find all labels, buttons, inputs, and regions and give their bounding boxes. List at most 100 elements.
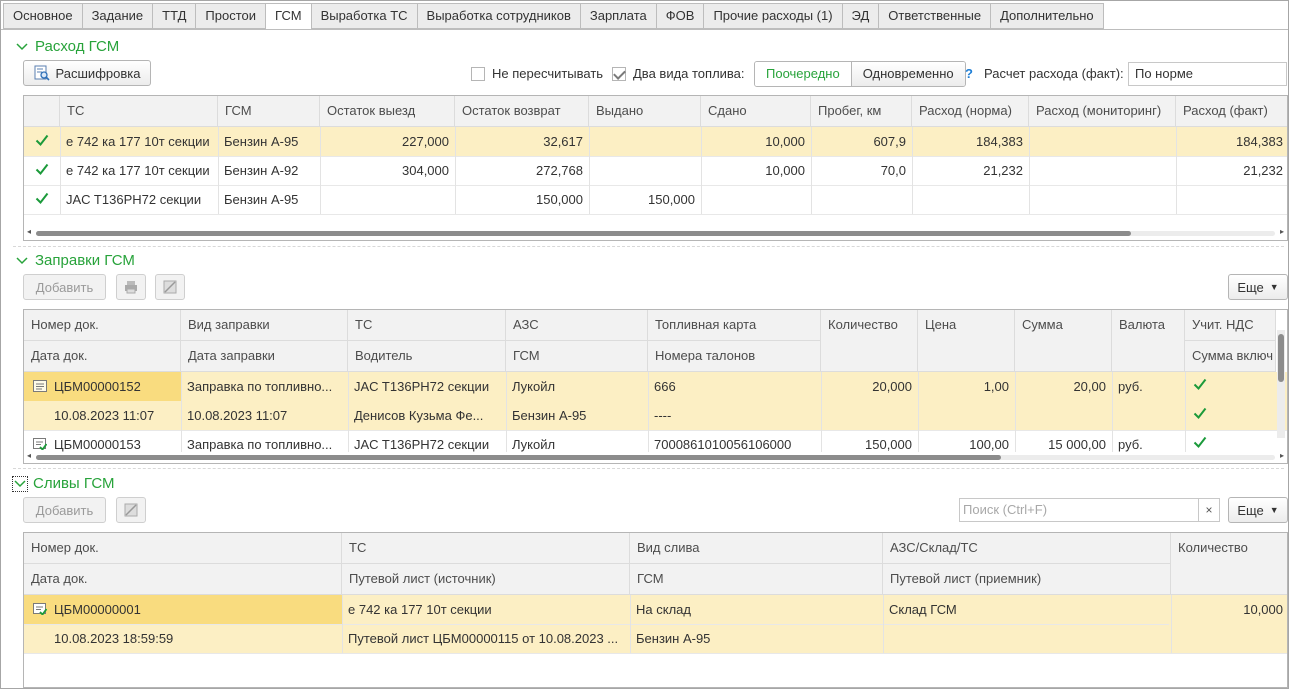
- column-subheader[interactable]: Дата док.: [24, 341, 181, 372]
- table-cell: Денисов Кузьма Фе...: [354, 408, 484, 423]
- column-divider: [320, 127, 321, 214]
- scroll-thumb[interactable]: [36, 231, 1131, 236]
- checkbox-box[interactable]: [612, 66, 626, 81]
- column-header[interactable]: ТС: [60, 96, 218, 127]
- vertical-scrollbar[interactable]: [1277, 330, 1285, 438]
- print-icon[interactable]: [116, 274, 146, 300]
- help-icon[interactable]: ?: [965, 66, 973, 81]
- column-header[interactable]: Вид заправки: [181, 310, 348, 341]
- column-subheader[interactable]: Путевой лист (источник): [342, 564, 630, 595]
- tab-6[interactable]: Выработка сотрудников: [416, 3, 581, 29]
- column-subheader[interactable]: Водитель: [348, 341, 506, 372]
- column-subheader[interactable]: Путевой лист (приемник): [883, 564, 1171, 595]
- column-header[interactable]: Топливная карта: [648, 310, 821, 341]
- fuel-mode-switch[interactable]: Поочередно Одновременно: [754, 61, 966, 87]
- table-cell: 10,000: [765, 163, 805, 178]
- drains-search-input[interactable]: Поиск (Ctrl+F) ×: [959, 498, 1220, 522]
- fuel-usage-table[interactable]: ТС ГСМ Остаток выезд Остаток возврат Выдано С…: [23, 95, 1288, 241]
- column-header[interactable]: Расход (мониторинг): [1029, 96, 1176, 127]
- mode-alternately[interactable]: Поочередно: [754, 62, 852, 86]
- checkbox-box[interactable]: [471, 66, 485, 81]
- tab-1[interactable]: Задание: [81, 3, 154, 29]
- column-header[interactable]: Сдано: [701, 96, 811, 127]
- tab-10[interactable]: ЭД: [841, 3, 880, 29]
- tab-12[interactable]: Дополнительно: [990, 3, 1104, 29]
- column-subheader[interactable]: Номера талонов: [648, 341, 821, 372]
- column-header[interactable]: Количество: [1171, 533, 1287, 595]
- column-header[interactable]: Номер док.: [24, 310, 181, 341]
- column-subheader[interactable]: ГСМ: [630, 564, 883, 595]
- column-header[interactable]: Количество: [821, 310, 918, 372]
- tab-11[interactable]: Ответственные: [878, 3, 992, 29]
- chevron-down-icon: [12, 475, 28, 492]
- checkmark-icon[interactable]: [1193, 435, 1207, 449]
- scroll-right-icon[interactable]: ▸: [1280, 451, 1284, 460]
- mode-simultaneously[interactable]: Одновременно: [850, 62, 965, 86]
- scroll-left-icon[interactable]: ◂: [27, 227, 31, 236]
- column-subheader[interactable]: Дата заправки: [181, 341, 348, 372]
- tab-9[interactable]: Прочие расходы (1): [703, 3, 843, 29]
- column-header[interactable]: Остаток возврат: [455, 96, 589, 127]
- drains-table[interactable]: Номер док. ТС Вид слива АЗС/Склад/ТС Количес…: [23, 532, 1288, 688]
- column-header[interactable]: Расход (факт): [1176, 96, 1287, 127]
- column-header[interactable]: АЗС: [506, 310, 648, 341]
- checkmark-icon[interactable]: [35, 162, 49, 176]
- column-header[interactable]: ТС: [342, 533, 630, 564]
- refuels-group-header[interactable]: Заправки ГСМ: [15, 252, 135, 269]
- fuel-usage-group-header[interactable]: Расход ГСМ: [15, 38, 119, 55]
- scroll-thumb[interactable]: [1278, 334, 1284, 382]
- tab-7[interactable]: Зарплата: [579, 3, 657, 29]
- tab-3[interactable]: Простои: [195, 3, 267, 29]
- checkmark-icon[interactable]: [1193, 377, 1207, 391]
- column-subheader[interactable]: Дата док.: [24, 564, 342, 595]
- two-fuel-checkbox[interactable]: Два вида топлива:: [612, 66, 745, 81]
- edit-table-icon[interactable]: [155, 274, 185, 300]
- column-divider: [630, 595, 631, 653]
- column-header[interactable]: Учит. НДС: [1185, 310, 1276, 341]
- table-cell: Бензин А-95: [224, 134, 299, 149]
- table-cell: [1029, 127, 1176, 156]
- add-refuel-button[interactable]: Добавить: [23, 274, 106, 300]
- checkmark-icon[interactable]: [1193, 406, 1207, 420]
- column-header[interactable]: Номер док.: [24, 533, 342, 564]
- tab-4[interactable]: ГСМ: [265, 3, 312, 30]
- column-subheader[interactable]: ГСМ: [506, 341, 648, 372]
- drains-group-header[interactable]: Сливы ГСМ: [12, 475, 115, 492]
- scroll-left-icon[interactable]: ◂: [27, 451, 31, 460]
- table-cell: [912, 185, 1029, 214]
- column-header[interactable]: Валюта: [1112, 310, 1185, 372]
- drains-more-button[interactable]: Еще ▼: [1228, 497, 1288, 523]
- horizontal-scrollbar[interactable]: ◂ ▸: [24, 227, 1287, 238]
- table-cell: 21,232: [1243, 163, 1283, 178]
- clear-search-icon[interactable]: ×: [1198, 499, 1219, 521]
- tab-2[interactable]: ТТД: [152, 3, 197, 29]
- column-header[interactable]: Вид слива: [630, 533, 883, 564]
- refuels-more-button[interactable]: Еще ▼: [1228, 274, 1288, 300]
- checkmark-icon[interactable]: [35, 191, 49, 205]
- table-cell: ЦБМ00000001: [54, 602, 141, 617]
- column-header[interactable]: ГСМ: [218, 96, 320, 127]
- column-header[interactable]: ТС: [348, 310, 506, 341]
- decode-button[interactable]: Расшифровка: [23, 60, 151, 86]
- checkmark-icon[interactable]: [35, 133, 49, 147]
- column-header[interactable]: Цена: [918, 310, 1015, 372]
- tab-0[interactable]: Основное: [3, 3, 83, 29]
- column-header[interactable]: Пробег, км: [811, 96, 912, 127]
- column-header[interactable]: Остаток выезд: [320, 96, 455, 127]
- tab-5[interactable]: Выработка ТС: [310, 3, 418, 29]
- add-drain-button[interactable]: Добавить: [23, 497, 106, 523]
- column-header[interactable]: Сумма: [1015, 310, 1112, 372]
- fact-calc-field[interactable]: По норме: [1128, 62, 1287, 86]
- column-subheader[interactable]: Сумма включ: [1185, 341, 1276, 372]
- tab-8[interactable]: ФОВ: [655, 3, 705, 29]
- edit-table-icon[interactable]: [116, 497, 146, 523]
- refuels-table[interactable]: Номер док. Вид заправки ТС АЗС Топливная кар…: [23, 309, 1288, 464]
- scroll-right-icon[interactable]: ▸: [1280, 227, 1284, 236]
- table-cell: 304,000: [402, 163, 449, 178]
- horizontal-scrollbar[interactable]: ◂ ▸: [24, 451, 1287, 462]
- column-header[interactable]: Выдано: [589, 96, 701, 127]
- no-recalc-checkbox[interactable]: Не пересчитывать: [471, 66, 603, 81]
- column-header[interactable]: АЗС/Склад/ТС: [883, 533, 1171, 564]
- scroll-thumb[interactable]: [36, 455, 1001, 460]
- column-header[interactable]: Расход (норма): [912, 96, 1029, 127]
